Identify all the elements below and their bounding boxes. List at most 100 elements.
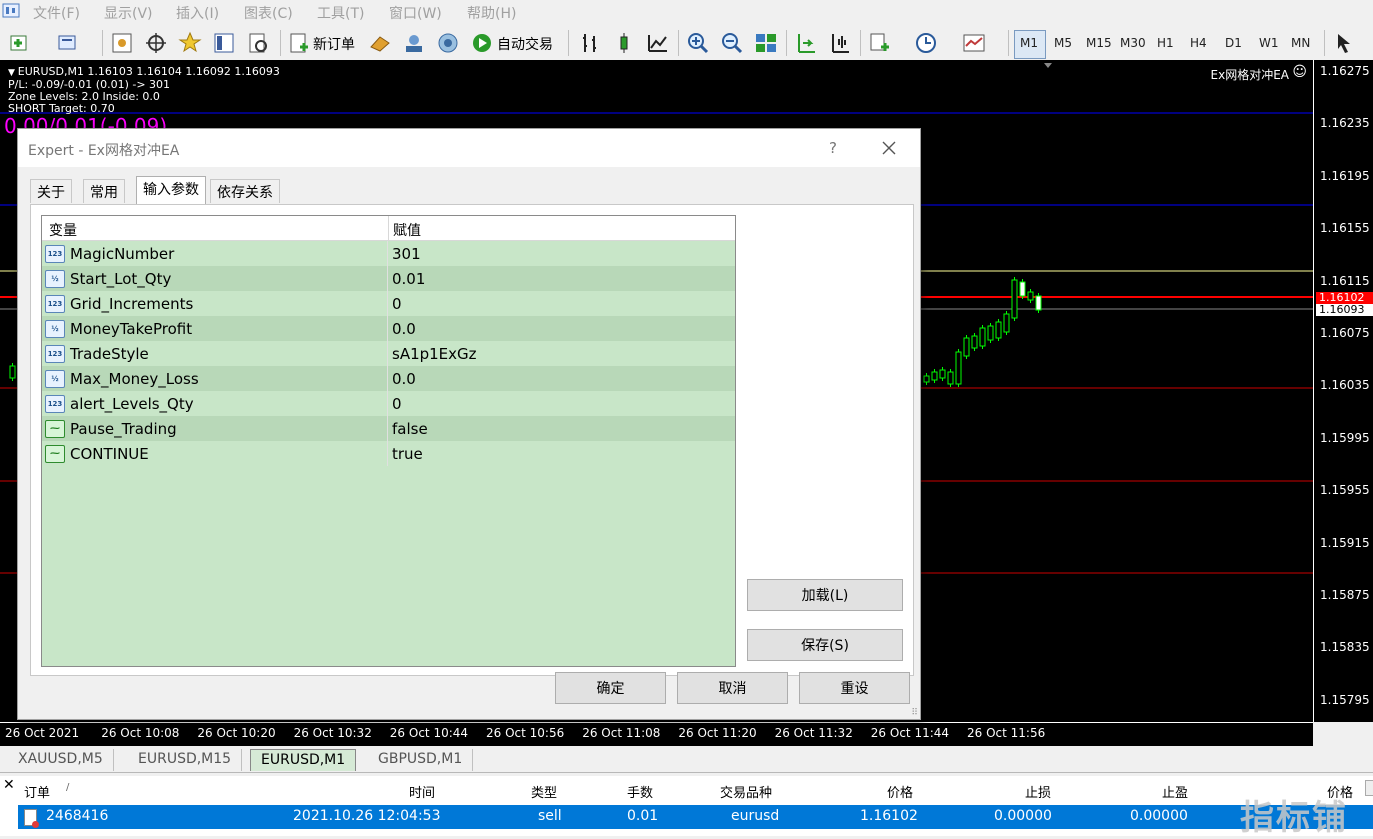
col-lots[interactable]: 手数 xyxy=(627,782,653,801)
ok-button[interactable]: 确定 xyxy=(555,672,666,704)
dialog-titlebar[interactable]: Expert - Ex网格对冲EA ? xyxy=(18,129,920,167)
chart-tab-eurusd-m15[interactable]: EURUSD,M15 xyxy=(128,749,243,771)
timeframe-m30[interactable]: M30 xyxy=(1120,36,1146,50)
param-row-moneytakeprofit[interactable]: ½ MoneyTakeProfit 0.0 xyxy=(42,316,735,341)
cancel-button[interactable]: 取消 xyxy=(677,672,788,704)
menu-window[interactable]: 窗口(W) xyxy=(389,3,442,23)
tab-dependencies[interactable]: 依存关系 xyxy=(210,179,280,203)
signals-icon[interactable] xyxy=(436,31,460,55)
param-name: CONTINUE xyxy=(70,445,149,463)
metaeditor-icon[interactable] xyxy=(368,31,392,55)
param-row-tradestyle[interactable]: 123 TradeStyle sA1p1ExGz xyxy=(42,341,735,366)
param-value[interactable]: 0.0 xyxy=(392,320,416,338)
cursor-icon[interactable] xyxy=(1332,31,1356,55)
param-value[interactable]: 0 xyxy=(392,295,402,313)
navigator-icon[interactable] xyxy=(212,31,236,55)
templates-icon[interactable] xyxy=(962,31,986,55)
timeframe-m5[interactable]: M5 xyxy=(1054,36,1072,50)
price-label: 1.16075 xyxy=(1320,326,1370,340)
menu-charts[interactable]: 图表(C) xyxy=(244,3,293,23)
col-time[interactable]: 时间 xyxy=(409,782,435,801)
col-type[interactable]: 类型 xyxy=(531,782,557,801)
param-name: Start_Lot_Qty xyxy=(70,270,172,288)
favorites-icon[interactable] xyxy=(178,31,202,55)
tab-about[interactable]: 关于 xyxy=(30,179,72,203)
time-label: 26 Oct 10:20 xyxy=(197,726,276,740)
time-label: 26 Oct 11:20 xyxy=(678,726,757,740)
candle-body xyxy=(939,369,946,379)
reset-button[interactable]: 重设 xyxy=(799,672,910,704)
param-value[interactable]: 301 xyxy=(392,245,421,263)
timeframe-d1[interactable]: D1 xyxy=(1225,36,1242,50)
terminal-icon[interactable] xyxy=(402,31,426,55)
menu-view[interactable]: 显示(V) xyxy=(104,3,153,23)
chart-tab-xauusd-m5[interactable]: XAUUSD,M5 xyxy=(8,749,114,771)
timeframe-m15[interactable]: M15 xyxy=(1086,36,1112,50)
timeframe-w1[interactable]: W1 xyxy=(1259,36,1279,50)
param-value[interactable]: true xyxy=(392,445,423,463)
menu-help[interactable]: 帮助(H) xyxy=(467,3,516,23)
chart-tab-gbpusd-m1[interactable]: GBPUSD,M1 xyxy=(368,749,474,771)
new-order-button[interactable]: 新订单 xyxy=(313,34,355,54)
tab-common[interactable]: 常用 xyxy=(83,179,125,203)
help-icon[interactable]: ? xyxy=(829,139,837,157)
auto-scroll-icon[interactable] xyxy=(794,31,818,55)
timeframe-h1[interactable]: H1 xyxy=(1157,36,1174,50)
new-chart-icon[interactable] xyxy=(8,31,32,55)
price-label: 1.16235 xyxy=(1320,116,1370,131)
zoom-out-icon[interactable] xyxy=(720,31,744,55)
menu-file[interactable]: 文件(F) xyxy=(33,3,80,23)
param-row-start-lot-qty[interactable]: ½ Start_Lot_Qty 0.01 xyxy=(42,266,735,291)
tile-windows-icon[interactable] xyxy=(754,31,778,55)
col-symbol[interactable]: 交易品种 xyxy=(720,782,772,801)
col-value[interactable]: 赋值 xyxy=(389,216,735,241)
col-tp[interactable]: 止盈 xyxy=(1162,782,1188,801)
col-price[interactable]: 价格 xyxy=(887,782,913,801)
auto-trading-icon[interactable] xyxy=(470,31,494,55)
profiles-icon[interactable] xyxy=(56,31,80,55)
timeframe-mn[interactable]: MN xyxy=(1291,36,1310,50)
param-value[interactable]: false xyxy=(392,420,428,438)
load-button[interactable]: 加载(L) xyxy=(747,579,903,611)
menu-tools[interactable]: 工具(T) xyxy=(317,3,364,23)
chart-shift-icon[interactable] xyxy=(828,31,852,55)
param-row-max-money-loss[interactable]: ½ Max_Money_Loss 0.0 xyxy=(42,366,735,391)
crosshair-icon[interactable] xyxy=(144,31,168,55)
ea-smiley-icon[interactable]: ☺ xyxy=(1292,64,1307,80)
param-row-magicnumber[interactable]: 123 MagicNumber 301 xyxy=(42,241,735,266)
terminal-close-icon[interactable]: ✕ xyxy=(3,777,15,793)
tab-inputs[interactable]: 输入参数 xyxy=(136,176,206,204)
col-sl[interactable]: 止损 xyxy=(1025,782,1051,801)
param-row-grid-increments[interactable]: 123 Grid_Increments 0 xyxy=(42,291,735,316)
line-chart-icon[interactable] xyxy=(646,31,670,55)
candlestick-chart-icon[interactable] xyxy=(612,31,636,55)
candle-body xyxy=(955,351,962,385)
strategy-tester-icon[interactable] xyxy=(246,31,270,55)
bar-chart-icon[interactable] xyxy=(578,31,602,55)
param-row-continue[interactable]: ⁓ CONTINUE true xyxy=(42,441,735,466)
chart-tab-eurusd-m1[interactable]: EURUSD,M1 xyxy=(250,749,357,771)
indicators-icon[interactable] xyxy=(868,31,892,55)
resize-grip-icon[interactable]: ⠿ xyxy=(911,708,918,718)
col-variable[interactable]: 变量 xyxy=(42,216,389,241)
new-order-icon[interactable] xyxy=(287,31,311,55)
save-button[interactable]: 保存(S) xyxy=(747,629,903,661)
param-value[interactable]: 0 xyxy=(392,395,402,413)
order-id: 2468416 xyxy=(46,808,109,824)
timeframe-h4[interactable]: H4 xyxy=(1190,36,1207,50)
param-value[interactable]: sA1p1ExGz xyxy=(392,345,477,363)
close-icon[interactable] xyxy=(882,141,896,155)
param-value[interactable]: 0.01 xyxy=(392,270,425,288)
periods-icon[interactable] xyxy=(914,31,938,55)
param-value[interactable]: 0.0 xyxy=(392,370,416,388)
param-row-alert-levels-qty[interactable]: 123 alert_Levels_Qty 0 xyxy=(42,391,735,416)
menu-insert[interactable]: 插入(I) xyxy=(176,3,219,23)
auto-trading-button[interactable]: 自动交易 xyxy=(497,34,553,54)
terminal-scrollbar[interactable] xyxy=(1365,780,1373,796)
table-row[interactable]: 2468416 2021.10.26 12:04:53 sell 0.01 eu… xyxy=(18,805,1373,829)
market-watch-icon[interactable] xyxy=(110,31,134,55)
col-order[interactable]: 订单 xyxy=(24,782,50,801)
param-row-pause-trading[interactable]: ⁓ Pause_Trading false xyxy=(42,416,735,441)
zoom-in-icon[interactable] xyxy=(686,31,710,55)
timeframe-m1[interactable]: M1 xyxy=(1020,36,1038,50)
